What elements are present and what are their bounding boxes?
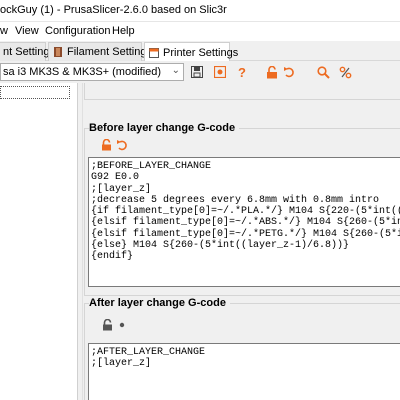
- window-title: ockGuy (1) - PrusaSlicer-2.6.0 based on …: [0, 4, 227, 16]
- printer-preset-combo[interactable]: sa i3 MK3S & MK3S+ (modified) ⌄: [0, 63, 184, 81]
- group-title: After layer change G-code: [89, 297, 230, 309]
- lock-icon[interactable]: [100, 139, 112, 151]
- code-line: {elsif filament_type[0]=~/.*ABS.*/} M104…: [91, 217, 400, 229]
- menu-help[interactable]: Help: [112, 25, 135, 37]
- code-line: ;AFTER_LAYER_CHANGE: [91, 347, 206, 358]
- lock-icon[interactable]: [264, 64, 280, 80]
- search-icon[interactable]: [315, 64, 331, 80]
- after-layer-gcode-editor[interactable]: ;AFTER_LAYER_CHANGE ;[layer_z]: [88, 343, 400, 400]
- menu-view[interactable]: View: [15, 25, 39, 37]
- code-line: {if filament_type[0]=~/.*PLA.*/} M104 S{…: [91, 206, 400, 218]
- before-layer-gcode-editor[interactable]: ;BEFORE_LAYER_CHANGE G92 E0.0 ;[layer_z] ;d…: [88, 157, 400, 287]
- filament-spool-icon: [53, 47, 63, 57]
- code-line: {elsif filament_type[0]=~/.*PETG.*/} M10…: [91, 228, 400, 240]
- settings-page-tree[interactable]: [0, 83, 78, 400]
- previous-group: [84, 83, 400, 100]
- code-line: ;[layer_z]: [91, 183, 152, 195]
- app-window: ockGuy (1) - PrusaSlicer-2.6.0 based on …: [0, 0, 400, 400]
- preset-value: sa i3 MK3S & MK3S+ (modified): [3, 66, 162, 78]
- bullet-icon: [116, 319, 128, 331]
- compare-icon[interactable]: [337, 64, 353, 80]
- printer-icon: [149, 47, 159, 58]
- tab-printer-settings[interactable]: Printer Settings: [144, 42, 238, 62]
- chevron-down-icon: ⌄: [171, 65, 180, 76]
- code-line: ;BEFORE_LAYER_CHANGE: [91, 161, 212, 172]
- tab-filament-settings[interactable]: Filament Settings: [48, 42, 152, 61]
- undo-arrow-icon[interactable]: [116, 139, 128, 151]
- code-line: ;[layer_z]: [91, 358, 152, 370]
- tab-print-settings[interactable]: nt Settings: [0, 42, 55, 61]
- code-line: ;decrease 5 degrees every 6.8mm with 0.8…: [91, 194, 380, 206]
- code-line: G92 E0.0: [91, 172, 140, 184]
- divider: [82, 83, 83, 400]
- preset-toolbar: sa i3 MK3S & MK3S+ (modified) ⌄ ?: [0, 61, 400, 83]
- selected-tree-item[interactable]: [0, 86, 70, 99]
- undo-arrow-icon[interactable]: [281, 64, 297, 80]
- question-icon[interactable]: ?: [234, 64, 250, 80]
- menu-configuration[interactable]: Configuration: [45, 25, 110, 37]
- code-line: {endif}: [91, 251, 134, 263]
- menu-bar: w View Configuration Help: [0, 22, 400, 41]
- title-bar: ockGuy (1) - PrusaSlicer-2.6.0 based on …: [0, 0, 400, 22]
- copy-icon[interactable]: [212, 64, 228, 80]
- menu-window[interactable]: w: [0, 25, 8, 37]
- settings-tabs: nt Settings Filament Settings Printer Se…: [0, 41, 400, 62]
- save-icon[interactable]: [189, 64, 205, 80]
- lock-icon[interactable]: [101, 319, 113, 331]
- group-title: Before layer change G-code: [89, 122, 240, 134]
- code-line: {else} M104 S{260-(5*int((layer_z-1)/6.8…: [91, 240, 350, 252]
- tab-label: Filament Settings: [67, 46, 152, 58]
- tab-label: Printer Settings: [163, 46, 239, 59]
